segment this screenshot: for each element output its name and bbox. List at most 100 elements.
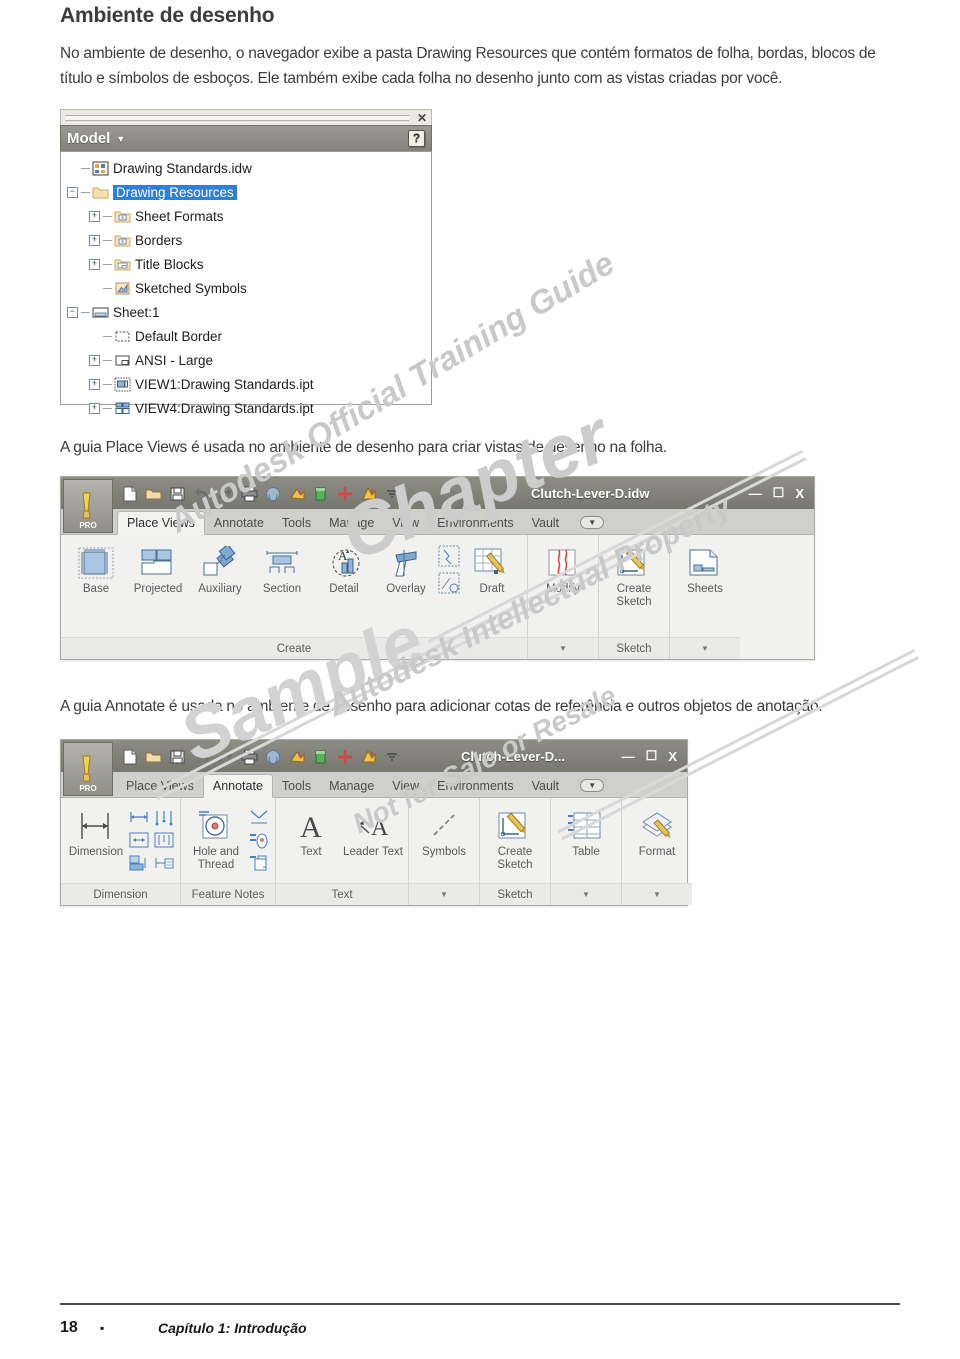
ribbon-button-section[interactable]: Section: [251, 541, 313, 598]
tree-item[interactable]: + VIEW4:Drawing Standards.ipt: [61, 396, 431, 420]
baseline-dimension-icon[interactable]: [127, 806, 151, 828]
tab-overflow-icon[interactable]: ▼: [580, 779, 605, 792]
print-icon[interactable]: [241, 749, 258, 764]
tree-item[interactable]: Sketched Symbols: [61, 276, 431, 300]
tree-item[interactable]: + Title Blocks: [61, 252, 431, 276]
ordinate-set-icon[interactable]: [152, 829, 176, 851]
close-button[interactable]: X: [795, 486, 804, 501]
close-button[interactable]: X: [668, 749, 677, 764]
browser-tree[interactable]: Drawing Standards.idw − Drawing Resources +…: [60, 151, 432, 416]
redo-icon[interactable]: [217, 486, 234, 501]
panel-expand-icon[interactable]: ▼: [559, 644, 567, 653]
qat-dropdown-icon[interactable]: [385, 749, 402, 764]
tab-annotate[interactable]: Annotate: [205, 512, 273, 534]
material-icon[interactable]: [313, 749, 330, 764]
punch-note-icon[interactable]: [247, 829, 271, 851]
open-icon[interactable]: [145, 749, 162, 764]
ribbon-button-sheets[interactable]: Sheets: [674, 541, 736, 598]
dimension-icon[interactable]: [337, 749, 354, 764]
window-controls[interactable]: — ☐ X: [622, 748, 677, 764]
tab-place-views[interactable]: Place Views: [117, 775, 203, 797]
dimension-mini-gallery[interactable]: [127, 804, 176, 874]
ribbon-button-draft[interactable]: Draft: [461, 541, 523, 598]
ribbon-button-create-sketch[interactable]: Create Sketch: [603, 541, 665, 611]
drag-grip-icon[interactable]: [65, 114, 409, 121]
window-controls[interactable]: — ☐ X: [749, 485, 804, 501]
update2-icon[interactable]: [361, 486, 378, 501]
tree-item[interactable]: − Sheet:1: [61, 300, 431, 324]
ribbon-tabs[interactable]: Place Views Annotate Tools Manage View Enviro…: [61, 509, 814, 535]
chain-dimension-icon[interactable]: [127, 829, 151, 851]
expand-toggle-icon[interactable]: +: [89, 234, 100, 246]
print-icon[interactable]: [241, 486, 258, 501]
tree-item[interactable]: Drawing Standards.idw: [61, 156, 431, 180]
ribbon-button-symbols[interactable]: Symbols: [413, 804, 475, 861]
ribbon-button-modify[interactable]: Modify: [532, 541, 594, 598]
tree-item[interactable]: + ANSI - Large: [61, 348, 431, 372]
crop-view-icon[interactable]: [437, 570, 461, 596]
expand-toggle-icon[interactable]: +: [89, 210, 100, 222]
open-icon[interactable]: [145, 486, 162, 501]
chamfer-note-icon[interactable]: [247, 806, 271, 828]
new-icon[interactable]: [121, 749, 138, 764]
tab-tools[interactable]: Tools: [273, 512, 320, 534]
break-view-icon[interactable]: [437, 543, 461, 569]
save-icon[interactable]: [169, 486, 186, 501]
minimize-button[interactable]: —: [622, 749, 635, 764]
expand-toggle-icon[interactable]: +: [89, 258, 100, 270]
expand-toggle-icon[interactable]: +: [89, 354, 100, 366]
update-icon[interactable]: [289, 486, 306, 501]
quick-access-toolbar[interactable]: [121, 486, 402, 502]
panel-expand-icon[interactable]: ▼: [440, 890, 448, 899]
application-menu-button[interactable]: PRO: [63, 479, 113, 533]
ribbon-button-auxiliary[interactable]: Auxiliary: [189, 541, 251, 598]
ribbon-button-hole-and-thread[interactable]: Hole and Thread: [185, 804, 247, 874]
ribbon-button-projected[interactable]: Projected: [127, 541, 189, 598]
ribbon-tabs[interactable]: Place Views Annotate Tools Manage View Enviro…: [61, 772, 687, 798]
panel-expand-icon[interactable]: ▼: [582, 890, 590, 899]
application-menu-button[interactable]: PRO: [63, 742, 113, 796]
quick-access-toolbar[interactable]: [121, 749, 402, 765]
tree-item[interactable]: − Drawing Resources: [61, 180, 431, 204]
minimize-button[interactable]: —: [749, 486, 762, 501]
ribbon-button-text[interactable]: A Text: [280, 804, 342, 861]
view-mini-gallery[interactable]: [437, 541, 461, 596]
undo-icon[interactable]: [193, 749, 210, 764]
hole-table-icon[interactable]: [127, 852, 151, 874]
tab-vault[interactable]: Vault: [523, 775, 569, 797]
panel-expand-icon[interactable]: ▼: [653, 890, 661, 899]
tree-item[interactable]: Default Border: [61, 324, 431, 348]
update-icon[interactable]: [289, 749, 306, 764]
tab-overflow-icon[interactable]: ▼: [580, 516, 605, 529]
expand-toggle-icon[interactable]: +: [89, 378, 100, 390]
tab-vault[interactable]: Vault: [523, 512, 569, 534]
collapse-toggle-icon[interactable]: −: [67, 306, 78, 318]
ribbon-button-leader-text[interactable]: A Leader Text: [342, 804, 404, 861]
ribbon-button-detail[interactable]: A Detail: [313, 541, 375, 598]
ribbon-button-create-sketch[interactable]: Create Sketch: [484, 804, 546, 874]
tree-item[interactable]: + VIEW1:Drawing Standards.ipt: [61, 372, 431, 396]
ribbon-button-format[interactable]: Format: [626, 804, 688, 861]
redo-icon[interactable]: [217, 749, 234, 764]
new-icon[interactable]: [121, 486, 138, 501]
revision-table-icon[interactable]: [152, 852, 176, 874]
tab-manage[interactable]: Manage: [320, 512, 383, 534]
ordinate-dimension-icon[interactable]: [152, 806, 176, 828]
qat-dropdown-icon[interactable]: [385, 486, 402, 501]
tab-manage[interactable]: Manage: [320, 775, 383, 797]
panel-expand-icon[interactable]: ▼: [701, 644, 709, 653]
ribbon-button-overlay[interactable]: Overlay: [375, 541, 437, 598]
tree-item[interactable]: + Sheet Formats: [61, 204, 431, 228]
tab-annotate[interactable]: Annotate: [202, 774, 273, 798]
ribbon-button-table[interactable]: Table: [555, 804, 617, 861]
tree-item[interactable]: + Borders: [61, 228, 431, 252]
tab-tools[interactable]: Tools: [273, 775, 320, 797]
close-icon[interactable]: ✕: [413, 111, 431, 125]
help-icon[interactable]: ?: [408, 130, 425, 147]
tab-environments[interactable]: Environments: [428, 775, 522, 797]
chevron-down-icon[interactable]: ▼: [116, 134, 125, 144]
maximize-button[interactable]: ☐: [646, 748, 658, 764]
collapse-toggle-icon[interactable]: −: [67, 186, 78, 198]
tab-place-views[interactable]: Place Views: [117, 511, 205, 535]
tab-view[interactable]: View: [383, 512, 428, 534]
